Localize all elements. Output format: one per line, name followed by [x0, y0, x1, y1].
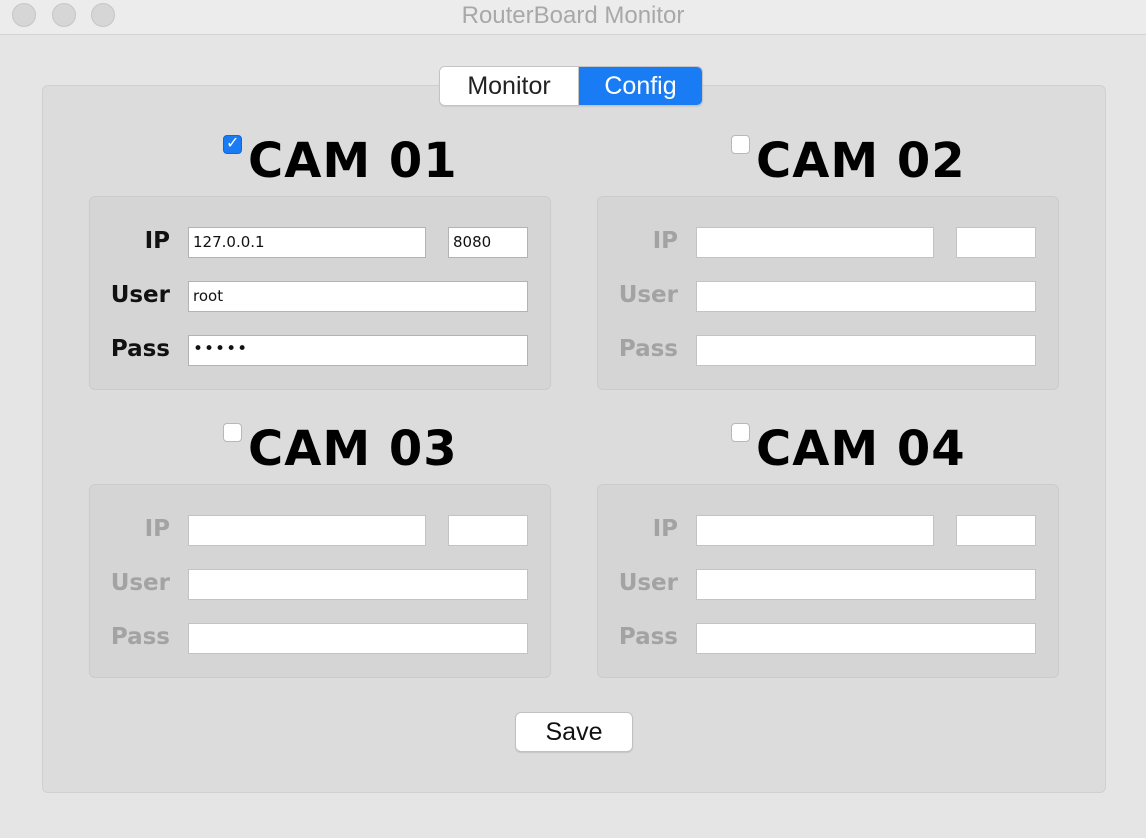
cam04-enable-checkbox[interactable] — [731, 423, 750, 442]
cam01-pass-input[interactable]: ••••• — [188, 335, 528, 366]
window-content: Monitor Config ✓ CAM 01 IP 127.0.0.1 808… — [0, 35, 1146, 838]
ip-label: IP — [144, 228, 170, 254]
window-title: RouterBoard Monitor — [461, 2, 685, 29]
user-label: User — [110, 282, 170, 308]
cam02-enable-checkbox[interactable] — [731, 135, 750, 154]
user-label: User — [618, 282, 678, 308]
title-bar: RouterBoard Monitor — [0, 0, 1146, 35]
user-label: User — [618, 570, 678, 596]
cam04-user-input[interactable] — [696, 569, 1036, 600]
cam03-panel: IP User Pass — [89, 484, 551, 678]
cam04-ip-input[interactable] — [696, 515, 934, 546]
cam02-user-input[interactable] — [696, 281, 1036, 312]
cam04-panel: IP User Pass — [597, 484, 1059, 678]
tab-segmented-control: Monitor Config — [439, 66, 703, 106]
cam04-pass-input[interactable] — [696, 623, 1036, 654]
cam03-enable-checkbox[interactable] — [223, 423, 242, 442]
cam01-panel: IP 127.0.0.1 8080 User root Pass ••••• — [89, 196, 551, 390]
pass-label: Pass — [110, 336, 170, 362]
cam03-port-input[interactable] — [448, 515, 528, 546]
app-window: RouterBoard Monitor Monitor Config ✓ CAM… — [0, 0, 1146, 838]
pass-label: Pass — [110, 624, 170, 650]
cam01-ip-input[interactable]: 127.0.0.1 — [188, 227, 426, 258]
cam02-panel: IP User Pass — [597, 196, 1059, 390]
checkmark-icon: ✓ — [226, 133, 240, 152]
pass-label: Pass — [618, 624, 678, 650]
cam03-user-input[interactable] — [188, 569, 528, 600]
cam03-title: CAM 03 — [248, 421, 458, 477]
tab-config[interactable]: Config — [579, 67, 702, 105]
cam01-enable-checkbox[interactable]: ✓ — [223, 133, 242, 154]
tab-monitor[interactable]: Monitor — [440, 67, 579, 105]
user-label: User — [110, 570, 170, 596]
ip-label: IP — [144, 516, 170, 542]
cam03-pass-input[interactable] — [188, 623, 528, 654]
cam02-ip-input[interactable] — [696, 227, 934, 258]
cam04-port-input[interactable] — [956, 515, 1036, 546]
cam02-title: CAM 02 — [756, 133, 966, 189]
cam03-ip-input[interactable] — [188, 515, 426, 546]
cam04-title: CAM 04 — [756, 421, 966, 477]
pass-label: Pass — [618, 336, 678, 362]
save-button[interactable]: Save — [515, 712, 633, 752]
cam01-title: CAM 01 — [248, 133, 458, 189]
cam02-port-input[interactable] — [956, 227, 1036, 258]
ip-label: IP — [652, 228, 678, 254]
cam02-pass-input[interactable] — [696, 335, 1036, 366]
cam01-port-input[interactable]: 8080 — [448, 227, 528, 258]
ip-label: IP — [652, 516, 678, 542]
cam01-user-input[interactable]: root — [188, 281, 528, 312]
